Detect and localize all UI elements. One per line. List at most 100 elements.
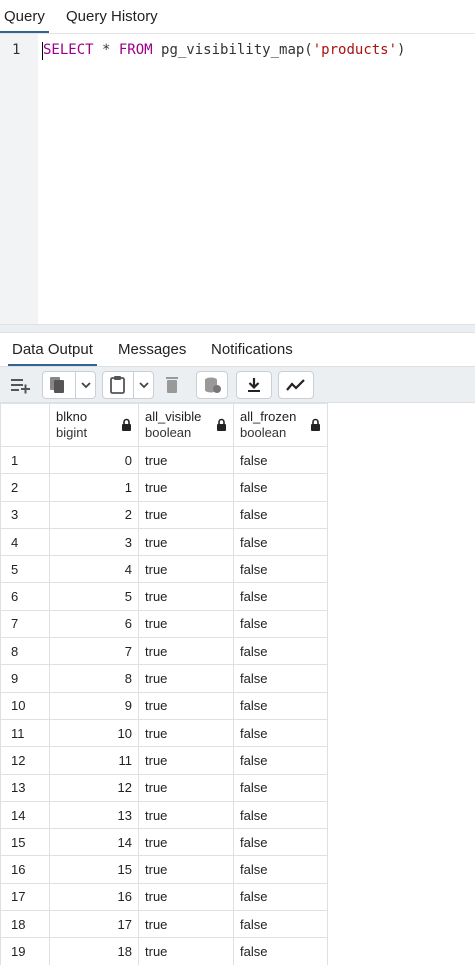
cell-all-frozen[interactable]: false xyxy=(233,637,328,666)
cell-all-frozen[interactable]: false xyxy=(233,691,328,720)
tab-messages[interactable]: Messages xyxy=(118,341,186,358)
sql-editor[interactable]: 1 SELECT * FROM pg_visibility_map('produ… xyxy=(0,33,475,325)
row-number-header[interactable] xyxy=(0,403,50,447)
cell-blkno[interactable]: 11 xyxy=(49,746,139,775)
graph-visualiser-button[interactable] xyxy=(278,371,314,399)
cell-all-visible[interactable]: true xyxy=(138,691,234,720)
cell-all-frozen[interactable]: false xyxy=(233,910,328,939)
table-row[interactable]: 10 9 true false xyxy=(0,691,328,720)
cell-blkno[interactable]: 12 xyxy=(49,773,139,802)
cell-blkno[interactable]: 4 xyxy=(49,555,139,584)
cell-all-visible[interactable]: true xyxy=(138,855,234,884)
paste-button[interactable] xyxy=(102,371,154,399)
cell-all-visible[interactable]: true xyxy=(138,555,234,584)
row-number[interactable]: 10 xyxy=(0,691,50,720)
cell-all-visible[interactable]: true xyxy=(138,882,234,912)
row-number[interactable]: 8 xyxy=(0,637,50,666)
tab-query-history[interactable]: Query History xyxy=(66,8,158,25)
download-button[interactable] xyxy=(236,371,272,399)
row-number[interactable]: 3 xyxy=(0,500,50,529)
table-row[interactable]: 18 17 true false xyxy=(0,910,328,939)
row-number[interactable]: 14 xyxy=(0,800,50,830)
table-row[interactable]: 12 11 true false xyxy=(0,746,328,775)
cell-all-visible[interactable]: true xyxy=(138,718,234,748)
tab-notifications[interactable]: Notifications xyxy=(211,341,293,358)
row-number[interactable]: 5 xyxy=(0,555,50,584)
table-row[interactable]: 17 16 true false xyxy=(0,882,328,912)
panel-splitter[interactable] xyxy=(0,324,475,333)
cell-blkno[interactable]: 3 xyxy=(49,527,139,557)
table-row[interactable]: 7 6 true false xyxy=(0,609,328,639)
cell-all-frozen[interactable]: false xyxy=(233,527,328,557)
table-row[interactable]: 19 18 true false xyxy=(0,937,328,965)
table-row[interactable]: 11 10 true false xyxy=(0,718,328,748)
cell-all-frozen[interactable]: false xyxy=(233,555,328,584)
row-number[interactable]: 4 xyxy=(0,527,50,557)
row-number[interactable]: 11 xyxy=(0,718,50,748)
cell-all-visible[interactable]: true xyxy=(138,637,234,666)
cell-all-visible[interactable]: true xyxy=(138,527,234,557)
table-row[interactable]: 9 8 true false xyxy=(0,664,328,693)
cell-blkno[interactable]: 5 xyxy=(49,582,139,611)
tab-query[interactable]: Query xyxy=(0,8,49,33)
cell-all-frozen[interactable]: false xyxy=(233,582,328,611)
add-row-button[interactable] xyxy=(6,371,36,399)
cell-blkno[interactable]: 6 xyxy=(49,609,139,639)
column-header-all-visible[interactable]: all_visible boolean xyxy=(138,403,234,447)
cell-all-visible[interactable]: true xyxy=(138,800,234,830)
cell-all-visible[interactable]: true xyxy=(138,910,234,939)
row-number[interactable]: 15 xyxy=(0,828,50,857)
cell-blkno[interactable]: 2 xyxy=(49,500,139,529)
row-number[interactable]: 2 xyxy=(0,473,50,502)
table-row[interactable]: 6 5 true false xyxy=(0,582,328,611)
table-row[interactable]: 3 2 true false xyxy=(0,500,328,529)
row-number[interactable]: 18 xyxy=(0,910,50,939)
cell-blkno[interactable]: 13 xyxy=(49,800,139,830)
cell-all-frozen[interactable]: false xyxy=(233,746,328,775)
row-number[interactable]: 17 xyxy=(0,882,50,912)
cell-all-frozen[interactable]: false xyxy=(233,800,328,830)
cell-all-frozen[interactable]: false xyxy=(233,609,328,639)
chevron-down-icon[interactable] xyxy=(80,380,92,390)
cell-all-frozen[interactable]: false xyxy=(233,773,328,802)
row-number[interactable]: 12 xyxy=(0,746,50,775)
cell-all-frozen[interactable]: false xyxy=(233,473,328,502)
table-row[interactable]: 4 3 true false xyxy=(0,527,328,557)
cell-blkno[interactable]: 0 xyxy=(49,445,139,475)
cell-blkno[interactable]: 14 xyxy=(49,828,139,857)
row-number[interactable]: 7 xyxy=(0,609,50,639)
cell-blkno[interactable]: 1 xyxy=(49,473,139,502)
cell-all-frozen[interactable]: false xyxy=(233,937,328,965)
column-header-all-frozen[interactable]: all_frozen boolean xyxy=(233,403,328,447)
delete-button[interactable] xyxy=(158,371,186,399)
cell-blkno[interactable]: 16 xyxy=(49,882,139,912)
column-header-blkno[interactable]: blkno bigint xyxy=(49,403,139,447)
cell-blkno[interactable]: 8 xyxy=(49,664,139,693)
row-number[interactable]: 6 xyxy=(0,582,50,611)
sql-code-line[interactable]: SELECT * FROM pg_visibility_map('product… xyxy=(43,42,405,58)
table-row[interactable]: 13 12 true false xyxy=(0,773,328,802)
cell-all-visible[interactable]: true xyxy=(138,828,234,857)
cell-all-frozen[interactable]: false xyxy=(233,445,328,475)
cell-all-visible[interactable]: true xyxy=(138,664,234,693)
cell-blkno[interactable]: 9 xyxy=(49,691,139,720)
row-number[interactable]: 19 xyxy=(0,937,50,965)
table-row[interactable]: 14 13 true false xyxy=(0,800,328,830)
copy-button[interactable] xyxy=(42,371,96,399)
cell-blkno[interactable]: 10 xyxy=(49,718,139,748)
cell-all-visible[interactable]: true xyxy=(138,473,234,502)
cell-blkno[interactable]: 15 xyxy=(49,855,139,884)
table-row[interactable]: 16 15 true false xyxy=(0,855,328,884)
cell-all-visible[interactable]: true xyxy=(138,609,234,639)
cell-blkno[interactable]: 18 xyxy=(49,937,139,965)
cell-all-frozen[interactable]: false xyxy=(233,828,328,857)
cell-all-visible[interactable]: true xyxy=(138,937,234,965)
cell-all-frozen[interactable]: false xyxy=(233,855,328,884)
cell-blkno[interactable]: 7 xyxy=(49,637,139,666)
cell-all-visible[interactable]: true xyxy=(138,773,234,802)
row-number[interactable]: 16 xyxy=(0,855,50,884)
row-number[interactable]: 9 xyxy=(0,664,50,693)
row-number[interactable]: 1 xyxy=(0,445,50,475)
cell-all-frozen[interactable]: false xyxy=(233,718,328,748)
table-row[interactable]: 8 7 true false xyxy=(0,637,328,666)
